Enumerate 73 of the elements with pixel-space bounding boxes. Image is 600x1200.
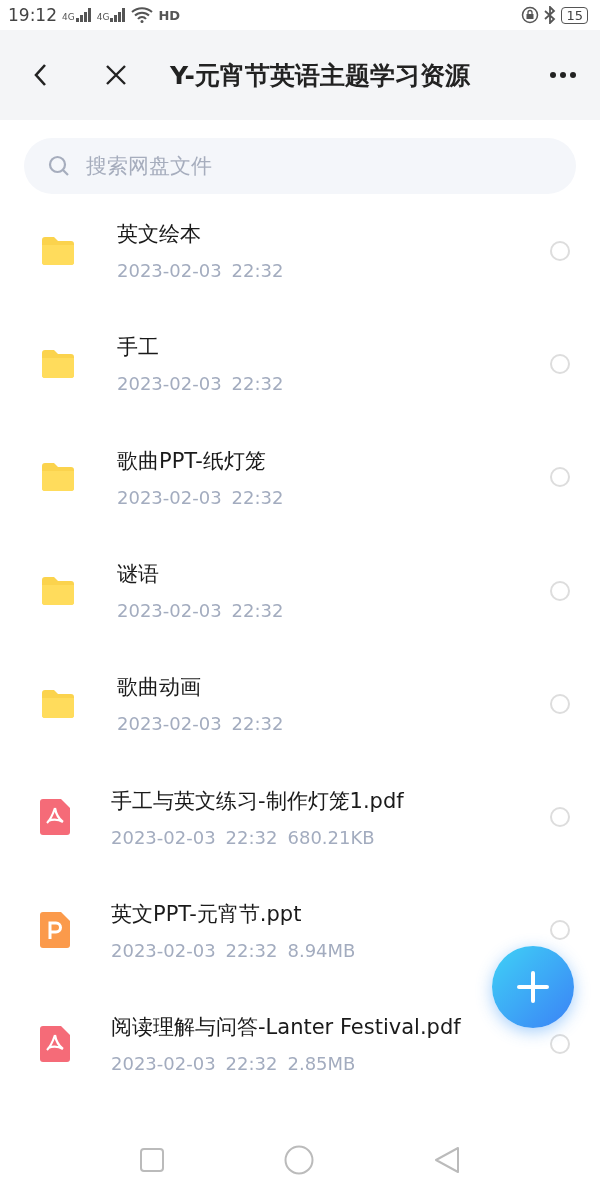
select-radio[interactable] <box>550 920 570 941</box>
file-name: 英文绘本 <box>117 221 202 249</box>
select-radio[interactable] <box>550 467 570 488</box>
folder-icon <box>40 235 76 266</box>
clock-time: 19:12 <box>8 5 57 25</box>
select-radio[interactable] <box>550 580 570 601</box>
select-radio[interactable] <box>550 807 570 828</box>
select-radio[interactable] <box>550 693 570 714</box>
file-row[interactable]: 英文PPT-元宵节.ppt 2023-02-03 22:32 8.94MB <box>0 873 600 988</box>
network-type: 4G <box>62 12 75 22</box>
window-title: Y-元宵节英语主题学习资源 <box>170 59 471 92</box>
folder-icon <box>40 462 76 493</box>
more-icon <box>550 72 576 78</box>
file-time: 22:32 <box>225 826 278 848</box>
file-name: 歌曲PPT-纸灯笼 <box>117 447 267 475</box>
file-date: 2023-02-03 <box>117 486 222 508</box>
file-date: 2023-02-03 <box>117 373 222 395</box>
folder-icon <box>40 348 76 379</box>
file-date: 2023-02-03 <box>111 1053 216 1075</box>
hd-label: HD <box>158 7 181 23</box>
select-radio[interactable] <box>550 240 570 261</box>
battery-indicator: 15 <box>561 6 588 24</box>
file-row[interactable]: 谜语 2023-02-03 22:32 <box>0 533 600 648</box>
file-time: 22:32 <box>231 486 284 508</box>
file-name: 谜语 <box>117 561 160 589</box>
file-row[interactable]: 手工与英文练习-制作灯笼1.pdf 2023-02-03 22:32 680.21KB <box>0 760 600 874</box>
file-time: 22:32 <box>231 600 284 622</box>
plus-icon <box>517 971 549 1003</box>
signal-icon <box>75 8 92 22</box>
file-row[interactable]: 手工 2023-02-03 22:32 <box>0 307 600 421</box>
file-time: 22:32 <box>225 939 278 961</box>
close-icon <box>105 64 127 86</box>
recent-apps-icon[interactable] <box>140 1148 164 1172</box>
search-field[interactable]: 搜索网盘文件 <box>84 153 556 179</box>
file-name: 英文PPT-元宵节.ppt <box>111 900 303 928</box>
ppt-file-icon <box>40 912 70 949</box>
pdf-file-icon <box>40 799 70 836</box>
folder-icon <box>40 688 76 719</box>
file-name: 手工 <box>117 334 160 362</box>
folder-icon <box>40 575 76 606</box>
file-row[interactable]: 阅读理解与问答-Lanter Festival.pdf 2023-02-03 22:32 2.85MB <box>0 987 600 1101</box>
file-date: 2023-02-03 <box>117 260 222 282</box>
file-row[interactable]: 英文绘本 2023-02-03 22:32 <box>0 194 600 308</box>
search-icon <box>48 155 70 177</box>
add-button[interactable] <box>492 946 574 1028</box>
file-name: 阅读理解与问答-Lanter Festival.pdf <box>111 1014 462 1042</box>
file-time: 22:32 <box>231 713 284 735</box>
file-date: 2023-02-03 <box>117 600 222 622</box>
file-time: 22:32 <box>225 1053 278 1075</box>
select-radio[interactable] <box>550 1033 570 1054</box>
lock-rotation-icon <box>521 6 540 24</box>
signal-icon <box>110 8 127 22</box>
file-time: 22:32 <box>231 260 284 282</box>
file-size: 2.85MB <box>287 1053 356 1075</box>
search-bar[interactable]: 搜索网盘文件 <box>24 138 576 194</box>
file-date: 2023-02-03 <box>117 713 222 735</box>
pdf-file-icon <box>40 1025 70 1062</box>
back-nav-icon[interactable] <box>434 1146 460 1174</box>
file-row[interactable]: 歌曲动画 2023-02-03 22:32 <box>0 647 600 761</box>
file-name: 歌曲动画 <box>117 674 202 702</box>
file-date: 2023-02-03 <box>111 826 216 848</box>
file-size: 680.21KB <box>287 826 375 848</box>
file-row[interactable]: 歌曲PPT-纸灯笼 2023-02-03 22:32 <box>0 420 600 534</box>
select-radio[interactable] <box>550 353 570 374</box>
file-size: 8.94MB <box>287 939 356 961</box>
home-icon[interactable] <box>284 1145 314 1175</box>
wifi-icon <box>131 7 154 23</box>
network-type: 4G <box>96 12 110 22</box>
file-name: 手工与英文练习-制作灯笼1.pdf <box>111 787 405 815</box>
file-date: 2023-02-03 <box>111 939 216 961</box>
file-time: 22:32 <box>231 373 284 395</box>
bluetooth-icon <box>544 6 557 24</box>
back-icon <box>33 63 47 87</box>
